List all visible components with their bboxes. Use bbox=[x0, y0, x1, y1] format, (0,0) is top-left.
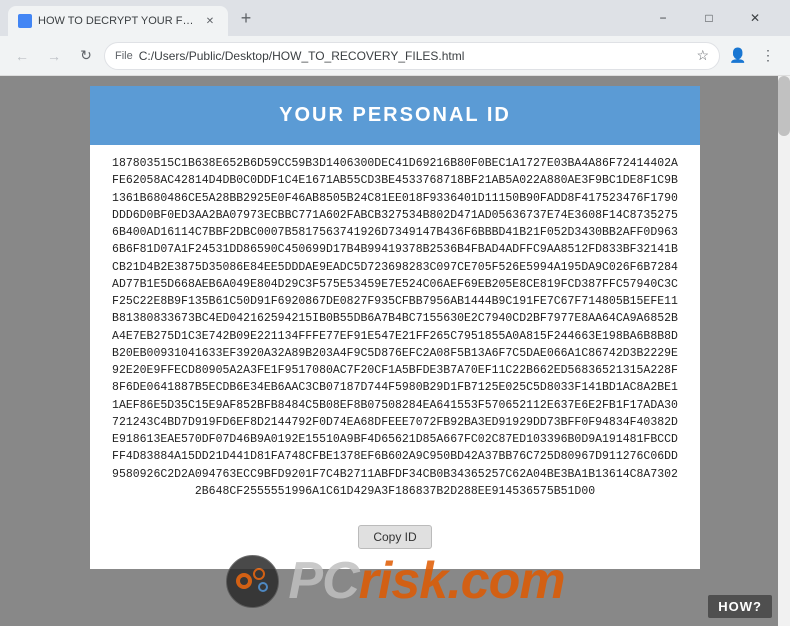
copy-id-button[interactable]: Copy ID bbox=[358, 525, 431, 549]
forward-button[interactable]: → bbox=[40, 42, 68, 70]
scrollbar-thumb[interactable] bbox=[778, 76, 790, 136]
profile-icon[interactable]: 👤 bbox=[724, 42, 752, 70]
maximize-button[interactable]: □ bbox=[686, 2, 732, 34]
back-button[interactable]: ← bbox=[8, 42, 36, 70]
new-tab-button[interactable]: + bbox=[232, 4, 260, 32]
page-content: YOUR PERSONAL ID 187803515C1B638E652B6D5… bbox=[0, 76, 790, 626]
bookmark-icon[interactable]: ☆ bbox=[696, 47, 709, 64]
toolbar: ← → ↻ File C:/Users/Public/Desktop/HOW_T… bbox=[0, 36, 790, 76]
page-inner: YOUR PERSONAL ID 187803515C1B638E652B6D5… bbox=[0, 76, 790, 626]
ransom-header: YOUR PERSONAL ID bbox=[90, 86, 700, 145]
menu-icon[interactable]: ⋮ bbox=[754, 42, 782, 70]
address-path: C:/Users/Public/Desktop/HOW_TO_RECOVERY_… bbox=[139, 49, 691, 63]
address-scheme: File bbox=[115, 50, 133, 62]
tab-favicon-icon bbox=[18, 14, 32, 28]
refresh-button[interactable]: ↻ bbox=[72, 42, 100, 70]
personal-id-text: 187803515C1B638E652B6D59CC59B3D1406300DE… bbox=[112, 157, 678, 498]
scrollbar-track[interactable] bbox=[778, 76, 790, 626]
window-controls: − □ ✕ bbox=[640, 2, 782, 34]
ransom-container: YOUR PERSONAL ID 187803515C1B638E652B6D5… bbox=[90, 86, 700, 569]
ransom-header-title: YOUR PERSONAL ID bbox=[110, 104, 680, 127]
ransom-body: 187803515C1B638E652B6D59CC59B3D1406300DE… bbox=[90, 145, 700, 569]
address-bar[interactable]: File C:/Users/Public/Desktop/HOW_TO_RECO… bbox=[104, 42, 720, 70]
close-button[interactable]: ✕ bbox=[732, 2, 778, 34]
tab-bar: HOW TO DECRYPT YOUR FILES ✕ + − □ ✕ bbox=[0, 0, 790, 36]
browser-frame: HOW TO DECRYPT YOUR FILES ✕ + − □ ✕ ← → … bbox=[0, 0, 790, 626]
minimize-button[interactable]: − bbox=[640, 2, 686, 34]
toolbar-actions: 👤 ⋮ bbox=[724, 42, 782, 70]
tab-close-button[interactable]: ✕ bbox=[202, 13, 218, 29]
tab-title: HOW TO DECRYPT YOUR FILES bbox=[38, 15, 196, 27]
active-tab[interactable]: HOW TO DECRYPT YOUR FILES ✕ bbox=[8, 6, 228, 36]
